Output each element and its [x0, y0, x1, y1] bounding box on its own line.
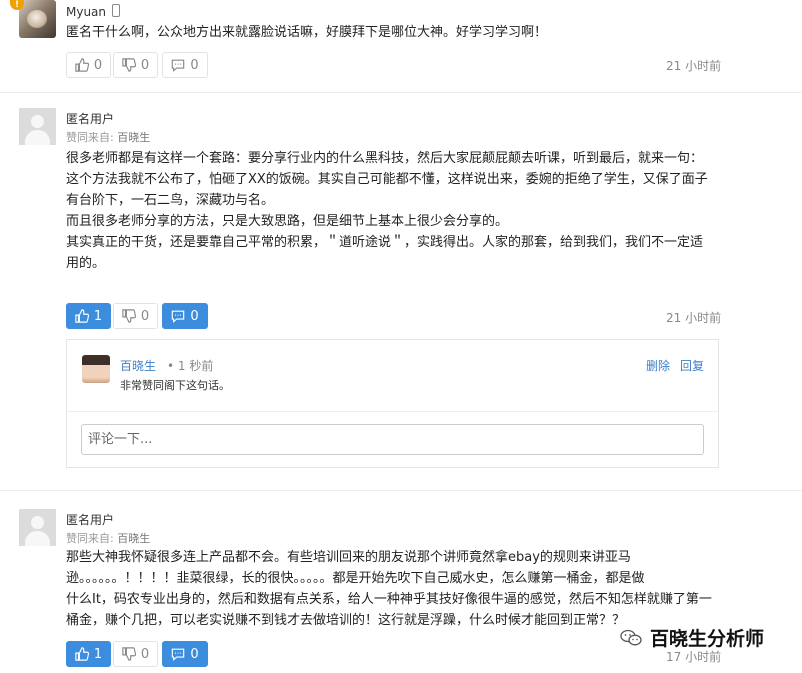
comment-author[interactable]: Myuan — [66, 5, 106, 19]
thumbs-up-icon — [75, 647, 89, 661]
comment-icon — [172, 310, 185, 323]
divider — [0, 490, 802, 491]
reply-text: 非常赞同阁下这句话。 — [120, 379, 230, 392]
timestamp: 21 小时前 — [666, 311, 722, 325]
dislike-button[interactable]: 0 — [113, 641, 158, 667]
reply-avatar[interactable] — [82, 355, 110, 383]
reply-time: • 1 秒前 — [167, 359, 214, 373]
reply-count: 0 — [190, 57, 199, 73]
dislike-button[interactable]: 0 — [113, 303, 158, 329]
text-line: 逊。。。。。。！！！！韭菜很绿，长的很快。。。。。都是开始先吹下自己威水史，怎么… — [66, 571, 645, 586]
reply-panel: 百晓生 • 1 秒前 非常赞同阁下这句话。 删除 回复 评论一下... — [66, 339, 719, 468]
wechat-watermark: 百晓生分析师 — [620, 624, 764, 651]
text-line: 桶金，赚个几把，可以老实说赚不到钱才去做培训的！这行就是浮躁，什么时候才能回到正… — [66, 613, 626, 628]
comment-author: 匿名用户 — [66, 112, 115, 126]
delete-link[interactable]: 删除 — [646, 357, 670, 374]
text-line: 其实真正的干货，还是要靠自己平常的积累，＂道听途说＂，实践得出。人家的那套，给到… — [66, 235, 704, 250]
reply-count: 0 — [190, 646, 199, 662]
like-count: 1 — [93, 308, 103, 324]
comment-text: 那些大神我怀疑很多连上产品都不会。有些培训回来的朋友说那个讲师竟然拿ebay的规… — [66, 547, 712, 631]
thumbs-down-icon — [122, 647, 136, 661]
text-line: 什么It，码农专业出身的，然后和数据有点关系，给人一种神乎其技好像很牛逼的感觉，… — [66, 592, 712, 607]
reply-author[interactable]: 百晓生 — [120, 357, 156, 374]
comment-author: 匿名用户 — [66, 513, 115, 527]
thumbs-up-icon — [75, 309, 89, 323]
comment-icon — [172, 648, 185, 661]
comment-icon — [172, 59, 185, 72]
reply-count-button[interactable]: 0 — [162, 303, 208, 329]
like-button[interactable]: 0 — [66, 52, 111, 78]
reply-item: 百晓生 • 1 秒前 非常赞同阁下这句话。 删除 回复 — [67, 340, 718, 410]
agree-prefix: 赞同来自: — [66, 532, 118, 545]
divider — [0, 92, 802, 93]
agree-user[interactable]: 百晓生 — [117, 532, 150, 545]
text-line: 这个方法我就不公布了，怕砸了XX的饭碗。其实自己可能都不懂，这样说出来，委婉的拒… — [66, 172, 708, 187]
agree-from: 赞同来自: 百晓生 — [66, 530, 150, 546]
comment-text: 很多老师都是有这样一个套路：要分享行业内的什么黑科技，然后大家屁颠屁颠去听课，听… — [66, 148, 708, 274]
thumbs-down-icon — [122, 58, 136, 72]
text-line: 而且很多老师分享的方法，只是大致思路，但是细节上基本上很少会分享的。 — [66, 214, 509, 229]
divider — [67, 411, 718, 412]
dislike-count: 0 — [140, 57, 150, 73]
mobile-phone-icon — [112, 4, 120, 17]
like-count: 0 — [93, 57, 103, 73]
text-line: 那些大神我怀疑很多连上产品都不会。有些培训回来的朋友说那个讲师竟然拿ebay的规… — [66, 550, 631, 565]
dislike-count: 0 — [140, 308, 150, 324]
reply-link[interactable]: 回复 — [680, 357, 704, 374]
comment-text: 匿名干什么啊，公众地方出来就露脸说话嘛，好膜拜下是哪位大神。好学习学习啊！ — [66, 25, 548, 40]
agree-prefix: 赞同来自: — [66, 131, 118, 144]
wechat-icon — [620, 629, 642, 645]
reply-count-button[interactable]: 0 — [162, 52, 208, 78]
like-count: 1 — [93, 646, 103, 662]
comment-input[interactable]: 评论一下... — [81, 424, 704, 455]
anonymous-avatar — [19, 509, 56, 546]
dislike-button[interactable]: 0 — [113, 52, 158, 78]
thumbs-down-icon — [122, 309, 136, 323]
watermark-text: 百晓生分析师 — [650, 628, 765, 650]
anonymous-avatar — [19, 108, 56, 145]
text-line: 很多老师都是有这样一个套路：要分享行业内的什么黑科技，然后大家屁颠屁颠去听课，听… — [66, 151, 704, 166]
like-button[interactable]: 1 — [66, 303, 111, 329]
text-line: 用的。 — [66, 256, 106, 271]
text-line: 有台阶下，一石二鸟，深藏功与名。 — [66, 193, 275, 208]
agree-user[interactable]: 百晓生 — [117, 131, 150, 144]
avatar[interactable] — [19, 0, 56, 38]
thumbs-up-icon — [75, 58, 89, 72]
agree-from: 赞同来自: 百晓生 — [66, 129, 150, 145]
like-button[interactable]: 1 — [66, 641, 111, 667]
dislike-count: 0 — [140, 646, 150, 662]
reply-count-button[interactable]: 0 — [162, 641, 208, 667]
reply-count: 0 — [190, 308, 199, 324]
timestamp: 21 小时前 — [666, 59, 722, 73]
